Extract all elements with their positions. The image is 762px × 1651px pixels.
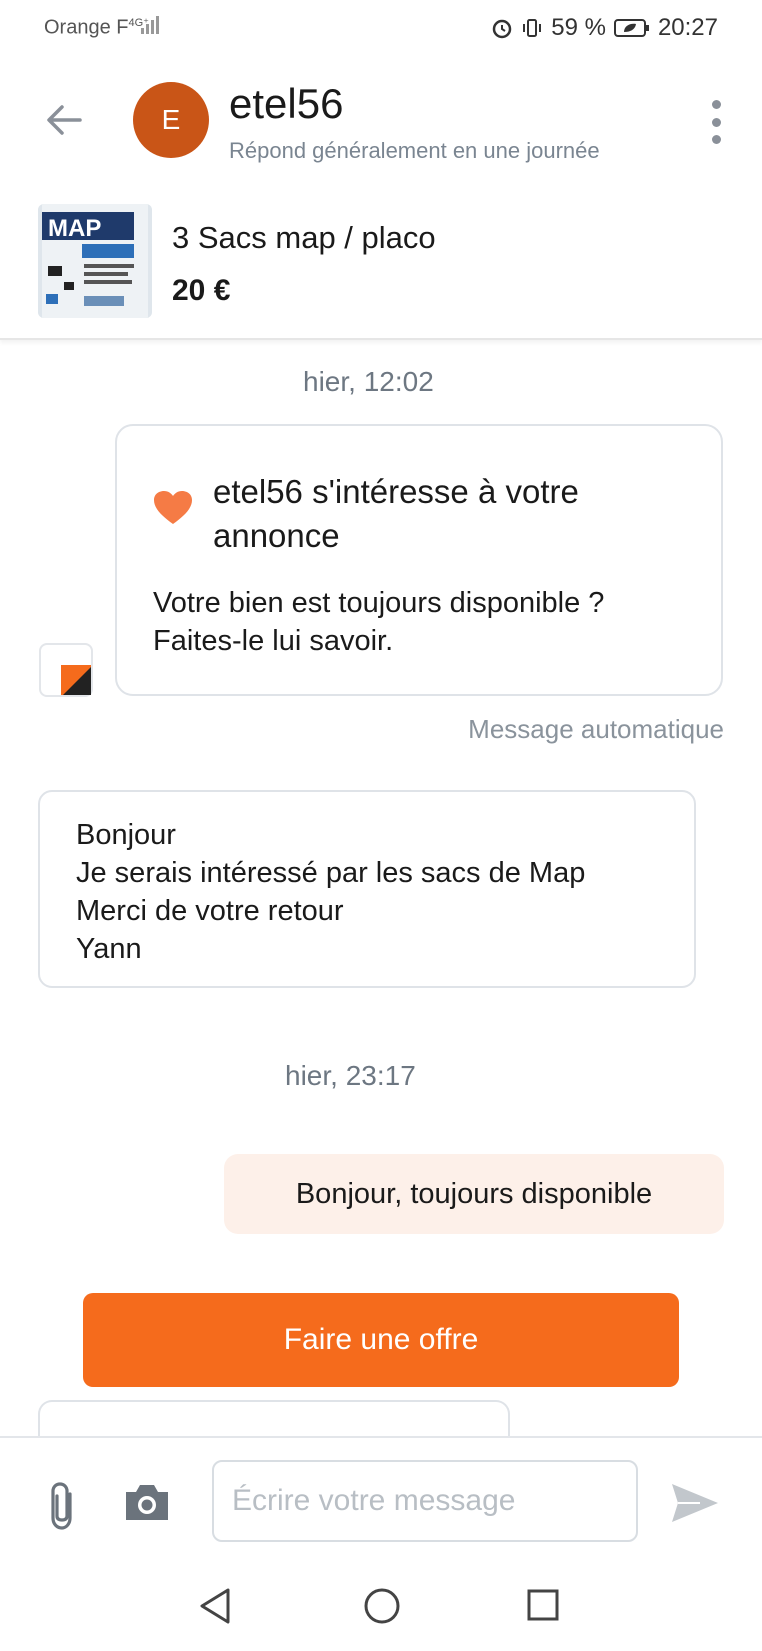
- message-composer: [0, 1436, 762, 1564]
- date-separator: hier, 23:17: [285, 1060, 416, 1091]
- conversation-header: E etel56 Répond généralement en une jour…: [0, 60, 762, 180]
- message-line: Bonjour: [76, 819, 176, 851]
- battery-icon: [613, 19, 649, 37]
- incoming-message-bubble[interactable]: Bonjour Je serais intéressé par les sacs…: [38, 790, 696, 988]
- outgoing-message-bubble[interactable]: Bonjour, toujours disponible: [224, 1154, 724, 1234]
- message-line: Merci de votre retour: [76, 895, 344, 927]
- auto-message-body: Votre bien est toujours disponible ? Fai…: [153, 587, 605, 657]
- back-arrow-icon[interactable]: [40, 96, 88, 144]
- status-right: 59 % 20:27: [491, 14, 718, 42]
- message-line: Je serais intéressé par les sacs de Map: [76, 857, 586, 889]
- listing-summary[interactable]: MAP 3 Sacs map / placo 20 €: [0, 190, 762, 340]
- carrier-label: Orange F4G⁺: [44, 16, 149, 39]
- message-line: Yann: [76, 933, 142, 965]
- battery-percent: 59 %: [551, 14, 606, 41]
- paperclip-icon[interactable]: [44, 1480, 80, 1532]
- response-time: Répond généralement en une journée: [229, 138, 600, 163]
- listing-title[interactable]: 3 Sacs map / placo: [172, 220, 436, 256]
- sender-logo-icon: [39, 643, 93, 697]
- message-input[interactable]: [212, 1460, 638, 1542]
- user-name[interactable]: etel56: [229, 80, 343, 128]
- vibrate-icon: [523, 19, 542, 37]
- nav-back-icon[interactable]: [198, 1586, 232, 1626]
- avatar[interactable]: E: [133, 82, 209, 158]
- alarm-icon: [492, 19, 512, 39]
- make-offer-button[interactable]: Faire une offre: [83, 1293, 679, 1387]
- listing-thumbnail[interactable]: MAP: [38, 204, 152, 318]
- product-bag-image: MAP: [38, 204, 152, 318]
- nav-home-icon[interactable]: [362, 1586, 402, 1626]
- send-icon[interactable]: [670, 1482, 720, 1524]
- status-bar: Orange F4G⁺ 59 % 20:27: [0, 0, 762, 56]
- camera-icon[interactable]: [122, 1480, 172, 1524]
- heart-icon: [154, 491, 192, 524]
- signal-icon: [141, 16, 159, 34]
- listing-price: 20 €: [172, 274, 231, 307]
- automatic-message-card: etel56 s'intéresse à votre annonce Votre…: [115, 424, 723, 696]
- date-separator: hier, 12:02: [303, 366, 434, 397]
- more-options-icon[interactable]: [706, 100, 726, 144]
- automatic-message-label: Message automatique: [468, 714, 724, 744]
- auto-message-title: etel56 s'intéresse à votre annonce: [213, 473, 579, 554]
- clock: 20:27: [657, 14, 718, 41]
- svg-text:MAP: MAP: [48, 215, 101, 242]
- system-nav-bar: [0, 1566, 762, 1651]
- nav-recents-icon[interactable]: [526, 1588, 560, 1622]
